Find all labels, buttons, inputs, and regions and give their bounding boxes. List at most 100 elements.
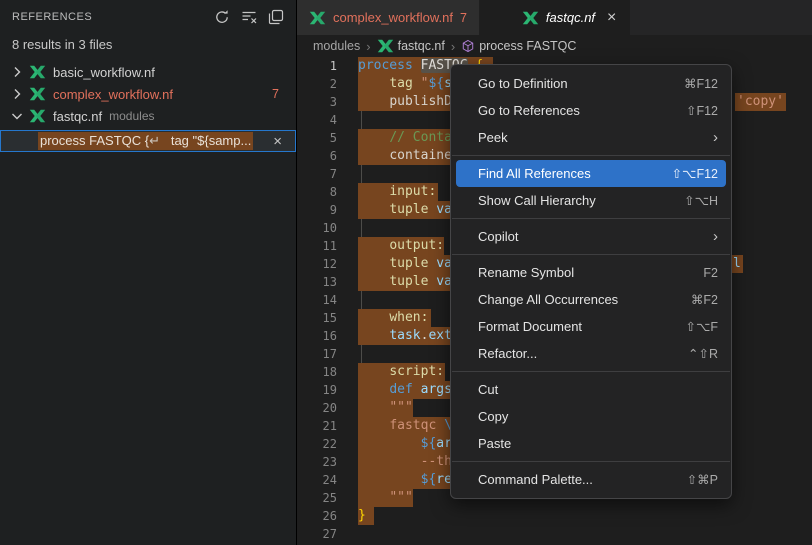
line-number: 26 (297, 507, 337, 525)
refresh-icon[interactable] (214, 9, 230, 25)
breadcrumb: modules › fastqc.nf › process FASTQC (297, 35, 812, 57)
line-number: 12 (297, 255, 337, 273)
nextflow-icon (522, 11, 539, 25)
line-number: 25 (297, 489, 337, 507)
copy-results-icon[interactable] (268, 9, 284, 25)
breadcrumb-separator: › (451, 39, 455, 54)
line-number: 20 (297, 399, 337, 417)
menu-item-rename-symbol[interactable]: Rename SymbolF2 (456, 259, 726, 286)
menu-item-find-all-references[interactable]: Find All References⇧⌥F12 (456, 160, 726, 187)
submenu-chevron-icon: › (713, 130, 718, 145)
code-text: publishD (358, 93, 452, 111)
menu-shortcut: ⇧⌘P (687, 472, 718, 487)
code-text: ${re (358, 471, 452, 489)
clear-all-results-icon[interactable] (241, 9, 257, 25)
menu-separator (452, 155, 730, 156)
editor-tab-bar: complex_workflow.nf 7 fastqc.nf × (297, 0, 812, 35)
code-text: tuple va (358, 201, 452, 219)
menu-item-format-document[interactable]: Format Document⇧⌥F (456, 313, 726, 340)
dismiss-result-icon[interactable]: × (273, 134, 282, 149)
menu-item-cut[interactable]: Cut (456, 376, 726, 403)
code-text: task.ext (358, 327, 452, 345)
breadcrumb-separator: › (366, 39, 370, 54)
menu-item-copilot[interactable]: Copilot› (456, 223, 726, 250)
code-text: ${ar (358, 435, 452, 453)
nextflow-icon (29, 109, 46, 123)
menu-item-refactor[interactable]: Refactor...⌃⇧R (456, 340, 726, 367)
file-description: modules (109, 109, 154, 123)
line-number: 18 (297, 363, 337, 381)
line-number: 21 (297, 417, 337, 435)
menu-shortcut: ⇧F12 (686, 103, 718, 118)
menu-shortcut: ⇧⌥H (684, 193, 718, 208)
line-number: 8 (297, 183, 337, 201)
results-count-badge: 7 (272, 87, 279, 101)
line-number: 22 (297, 435, 337, 453)
tab-fastqc[interactable]: fastqc.nf × (480, 0, 630, 35)
symbol-module-icon (461, 39, 475, 53)
menu-item-go-to-references[interactable]: Go to References⇧F12 (456, 97, 726, 124)
code-text: output: (358, 237, 444, 255)
code-text: script: (358, 363, 444, 381)
line-number: 3 (297, 93, 337, 111)
menu-item-show-call-hierarchy[interactable]: Show Call Hierarchy⇧⌥H (456, 187, 726, 214)
breadcrumb-item-fastqc[interactable]: fastqc.nf (377, 39, 445, 53)
line-number: 4 (297, 111, 337, 129)
menu-shortcut: ⌘F2 (691, 292, 718, 307)
chevron-right-icon[interactable] (9, 86, 25, 102)
code-text-fragment: 'copy' (735, 93, 786, 111)
tree-item-fastqc-nf[interactable]: fastqc.nf modules (0, 105, 296, 127)
line-number: 5 (297, 129, 337, 147)
menu-item-command-palette[interactable]: Command Palette...⇧⌘P (456, 466, 726, 493)
code-text: tag "${s (358, 75, 452, 93)
panel-actions (214, 9, 284, 25)
line-number: 6 (297, 147, 337, 165)
chevron-right-icon[interactable] (9, 64, 25, 80)
line-number: 7 (297, 165, 337, 183)
code-text: tuple va (358, 273, 452, 291)
nextflow-icon (377, 39, 394, 53)
menu-item-peek[interactable]: Peek› (456, 124, 726, 151)
code-text: when: (358, 309, 428, 327)
line-number: 15 (297, 309, 337, 327)
code-line: 26} (297, 507, 812, 525)
code-text: input: (358, 183, 436, 201)
menu-separator (452, 371, 730, 372)
line-number: 23 (297, 453, 337, 471)
tree-item-complex-workflow-nf[interactable]: complex_workflow.nf7 (0, 83, 296, 105)
breadcrumb-item-modules[interactable]: modules (313, 39, 360, 53)
problems-badge: 7 (460, 11, 467, 25)
line-number: 17 (297, 345, 337, 363)
line-number: 14 (297, 291, 337, 309)
nextflow-icon (29, 65, 46, 79)
code-text: """ (358, 489, 413, 507)
breadcrumb-item-process-fastqc[interactable]: process FASTQC (461, 39, 576, 53)
code-text: } (358, 507, 366, 525)
menu-shortcut: ⌃⇧R (688, 346, 718, 361)
file-label: fastqc.nf (53, 109, 102, 124)
menu-item-paste[interactable]: Paste (456, 430, 726, 457)
code-text: --th (358, 453, 452, 471)
panel-title: REFERENCES (12, 11, 214, 23)
line-number: 19 (297, 381, 337, 399)
references-panel: REFERENCES 8 results in 3 files basic_wo… (0, 0, 297, 545)
menu-separator (452, 218, 730, 219)
code-text: fastqc \ (358, 417, 452, 435)
line-number: 13 (297, 273, 337, 291)
menu-shortcut: F2 (703, 266, 718, 280)
tree-item-basic-workflow-nf[interactable]: basic_workflow.nf (0, 61, 296, 83)
code-text: def args (358, 381, 452, 399)
menu-shortcut: ⇧⌥F12 (672, 166, 718, 181)
submenu-chevron-icon: › (713, 229, 718, 244)
menu-item-copy[interactable]: Copy (456, 403, 726, 430)
menu-item-go-to-definition[interactable]: Go to Definition⌘F12 (456, 70, 726, 97)
close-tab-icon[interactable]: × (607, 10, 616, 26)
chevron-down-icon[interactable] (9, 108, 25, 124)
tab-label: complex_workflow.nf (333, 10, 453, 25)
line-number: 10 (297, 219, 337, 237)
tab-complex-workflow[interactable]: complex_workflow.nf 7 (297, 0, 480, 35)
menu-item-change-all-occurrences[interactable]: Change All Occurrences⌘F2 (456, 286, 726, 313)
reference-result-item[interactable]: process FASTQC {↵ tag "${samp... × (0, 130, 296, 152)
code-text: containe (358, 147, 452, 165)
line-number: 2 (297, 75, 337, 93)
